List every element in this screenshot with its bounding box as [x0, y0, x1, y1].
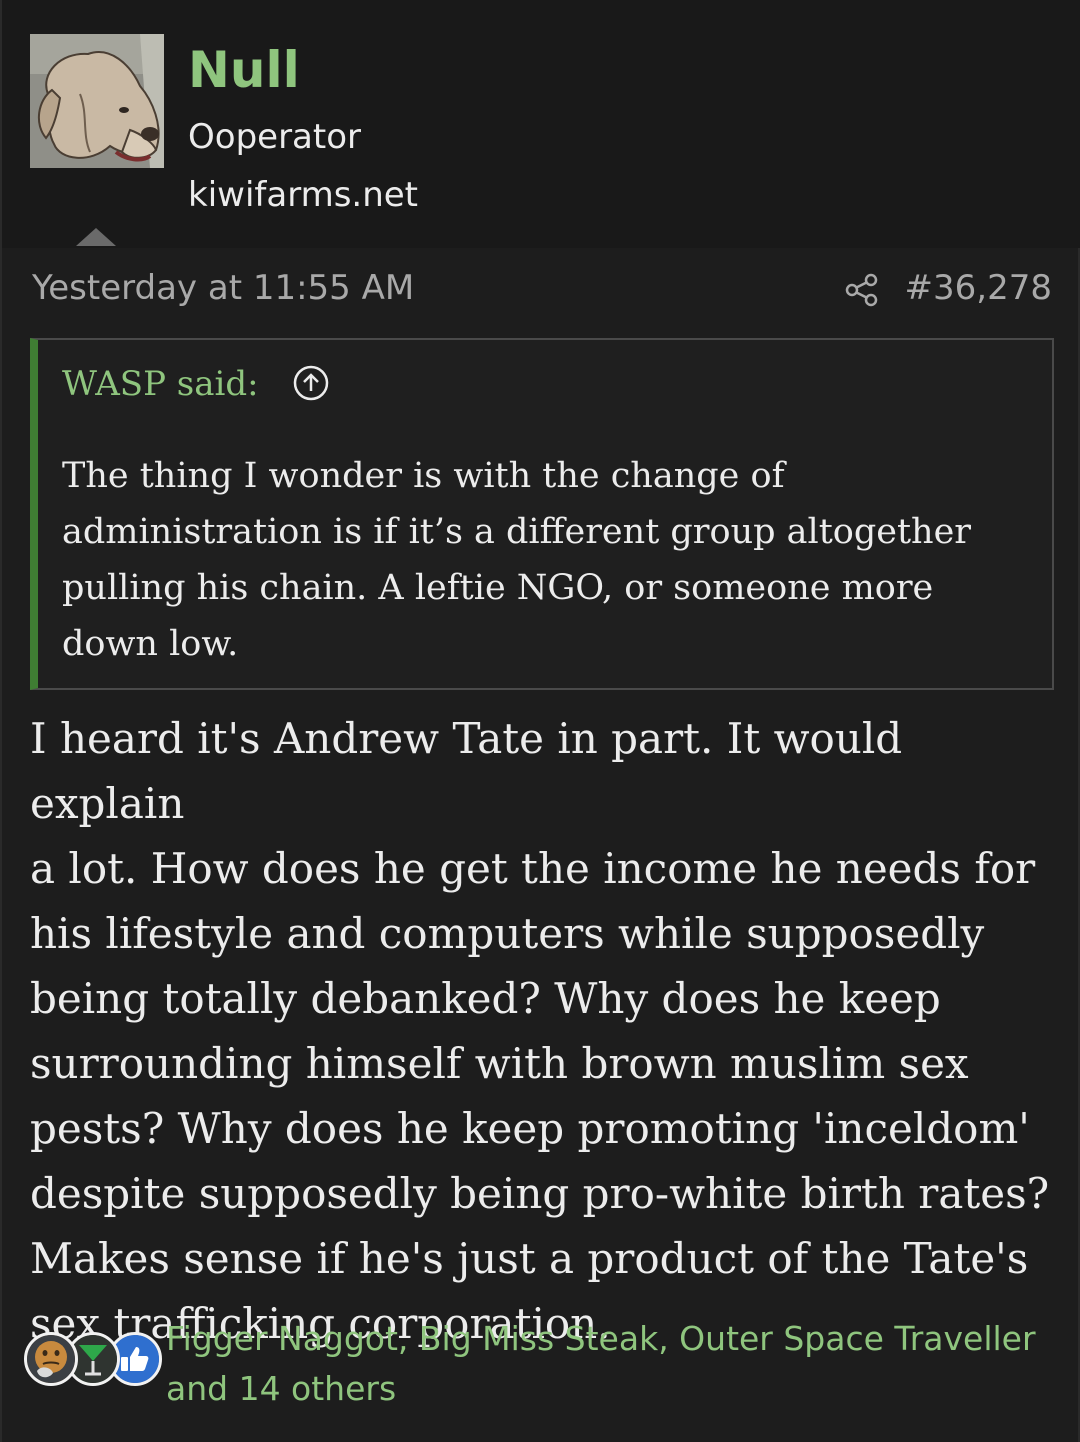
post-meta-bar: Yesterday at 11:55 AM #36,278 — [2, 248, 1080, 334]
forum-post: Null Ooperator kiwifarms.net Yesterday a… — [0, 0, 1080, 1442]
arrow-up-circle-icon[interactable] — [292, 364, 330, 402]
quote-block: WASP said: The thing I wonder is with th… — [30, 338, 1054, 690]
user-site-banner: kiwifarms.net — [188, 175, 419, 215]
dog-avatar-icon — [30, 34, 164, 168]
reactions-bar: Figger Naggot, Big Miss Steak, Outer Spa… — [24, 1314, 1064, 1414]
user-info-block: Null Ooperator kiwifarms.net — [2, 0, 1080, 248]
post-number-link[interactable]: #36,278 — [905, 268, 1052, 308]
username-link[interactable]: Null — [188, 40, 300, 100]
caret-up-icon — [76, 228, 116, 246]
reaction-icons — [24, 1332, 164, 1392]
post-date-link[interactable]: Yesterday at 11:55 AM — [32, 268, 414, 308]
quote-author-link[interactable]: WASP said: — [62, 362, 259, 406]
user-title: Ooperator — [188, 117, 361, 157]
thinking-face-icon[interactable] — [24, 1332, 78, 1386]
quote-text: The thing I wonder is with the change of… — [62, 456, 972, 664]
share-icon[interactable] — [844, 272, 880, 308]
reaction-users-link[interactable]: Figger Naggot, Big Miss Steak, Outer Spa… — [166, 1314, 1046, 1414]
avatar[interactable] — [30, 34, 164, 168]
message-body: I heard it's Andrew Tate in part. It wou… — [30, 714, 1050, 1348]
